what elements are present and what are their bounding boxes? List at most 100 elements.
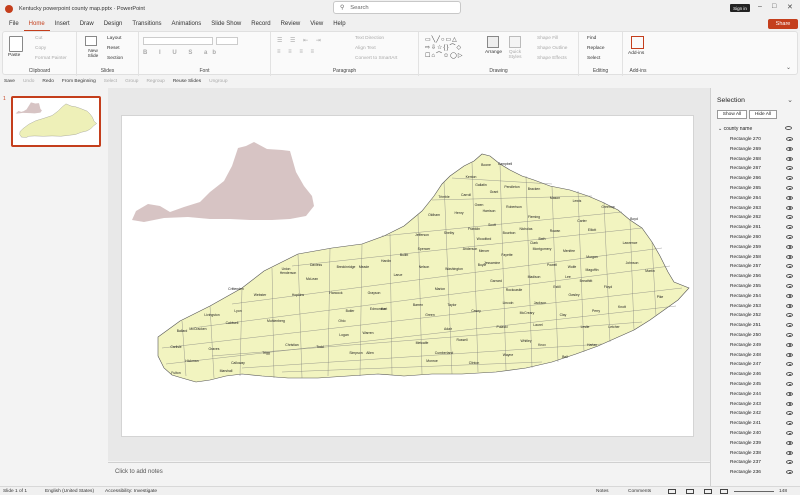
county-label[interactable]: Monroe [426,359,438,363]
county-label[interactable]: Hardin [381,259,391,263]
county-label[interactable]: Logan [339,333,349,337]
county-label[interactable]: Magoffin [586,268,599,272]
selection-item[interactable]: Rectangle 267 [711,164,800,174]
text-direction-button[interactable]: Text Direction [355,36,384,41]
county-label[interactable]: Madison [528,275,541,279]
county-label[interactable]: Bell [562,355,568,359]
county-label[interactable]: Rockcastle [506,288,523,292]
county-label[interactable]: Taylor [447,303,457,307]
county-label[interactable]: Knox [538,343,546,347]
county-label[interactable]: Casey [471,309,481,313]
show-all-button[interactable]: Show All [717,110,747,119]
selection-item[interactable]: Rectangle 262 [711,213,800,223]
county-label[interactable]: Fayette [501,253,512,257]
shape-fill-button[interactable]: Shape Fill [537,36,558,41]
eye-icon[interactable] [786,352,793,357]
selection-item[interactable]: Rectangle 244 [711,390,800,400]
county-label[interactable]: Jefferson [415,233,429,237]
section-button[interactable]: Section [107,56,123,61]
county-label[interactable]: Muhlenberg [267,319,285,323]
county-label[interactable]: McCreary [520,311,535,315]
eye-icon[interactable] [786,332,793,337]
county-label[interactable]: Breckinridge [337,265,356,269]
selection-item[interactable]: Rectangle 246 [711,370,800,380]
quick-styles-button[interactable]: Quick Styles [505,50,525,60]
county-label[interactable]: Crittenden [228,287,244,291]
language[interactable]: English (United States) [45,489,94,494]
eye-icon[interactable] [786,225,793,230]
county-label[interactable]: Henderson [280,271,297,275]
county-label[interactable]: Clark [530,241,538,245]
county-label[interactable]: Webster [254,293,267,297]
county-label[interactable]: Meade [359,265,369,269]
county-label[interactable]: Lee [565,275,571,279]
accessibility-status[interactable]: Accessibility: Investigate [105,489,157,494]
regroup-button[interactable]: Regroup [146,79,164,84]
county-label[interactable]: Elliott [588,228,596,232]
format-painter-button[interactable]: Format Painter [35,56,67,61]
close-icon[interactable]: ✕ [787,3,793,11]
tab-view[interactable]: View [305,17,328,31]
selection-item[interactable]: Rectangle 238 [711,449,800,459]
align-buttons[interactable]: ≡ ≡ ≡ ≡ [277,49,317,55]
county-label[interactable]: Edmonson [370,307,386,311]
tab-record[interactable]: Record [246,17,275,31]
selection-item[interactable]: Rectangle 248 [711,351,800,361]
county-label[interactable]: Perry [592,309,600,313]
county-label[interactable]: Cumberland [435,351,454,355]
zoom-slider[interactable] [734,491,774,492]
county-label[interactable]: Martin [645,269,655,273]
county-label[interactable]: Metcalfe [416,341,429,345]
eye-icon[interactable] [786,185,793,190]
minimize-icon[interactable]: – [758,3,762,10]
selection-item[interactable]: Rectangle 252 [711,311,800,321]
hide-all-button[interactable]: Hide All [749,110,777,119]
shape-effects-button[interactable]: Shape Effects [537,56,567,61]
tab-insert[interactable]: Insert [50,17,75,31]
new-slide-button[interactable]: New Slide [83,49,103,59]
county-label[interactable]: Anderson [463,247,478,251]
notes-toggle[interactable]: Notes [596,489,609,494]
shape-outline-button[interactable]: Shape Outline [537,46,567,51]
eye-icon[interactable] [786,323,793,328]
county-label[interactable]: Pike [657,295,664,299]
county-label[interactable]: Harlan [587,343,597,347]
selection-item[interactable]: Rectangle 265 [711,184,800,194]
county-label[interactable]: Boone [481,163,491,167]
county-label[interactable]: Breathitt [580,279,593,283]
eye-icon[interactable] [786,244,793,249]
county-label[interactable]: Estill [553,285,560,289]
selection-item[interactable]: Rectangle 256 [711,272,800,282]
county-label[interactable]: Lewis [573,199,582,203]
county-label[interactable]: Whitley [520,339,531,343]
county-label[interactable]: Nicholas [519,227,532,231]
county-label[interactable]: Carter [577,219,587,223]
county-label[interactable]: Floyd [604,285,612,289]
align-text-button[interactable]: Align Text [355,46,376,51]
county-label[interactable]: Owsley [568,293,579,297]
county-label[interactable]: Grayson [368,291,381,295]
tab-transitions[interactable]: Transitions [127,17,166,31]
selection-item[interactable]: Rectangle 270 [711,135,800,145]
selection-item[interactable]: Rectangle 237 [711,458,800,468]
select-button[interactable]: Select [587,56,600,61]
maximize-icon[interactable]: □ [772,3,776,10]
county-label[interactable]: Lyon [234,309,241,313]
county-label[interactable]: Clay [560,313,567,317]
county-label[interactable]: Bourbon [503,231,516,235]
county-label[interactable]: Todd [316,345,323,349]
eye-icon[interactable] [786,372,793,377]
selection-item[interactable]: Rectangle 242 [711,409,800,419]
county-label[interactable]: Hickman [185,359,198,363]
county-label[interactable]: Warren [363,331,374,335]
selection-item[interactable]: Rectangle 264 [711,194,800,204]
county-label[interactable]: Hancock [329,291,342,295]
county-label[interactable]: Carroll [461,193,471,197]
slide-canvas[interactable]: Boone Campbell Kenton Gallatin Grant Pendleto… [121,115,694,437]
county-label[interactable]: Trimble [438,195,449,199]
selection-item[interactable]: Rectangle 259 [711,243,800,253]
county-label[interactable]: Leslie [581,325,590,329]
county-label[interactable]: Spencer [418,247,431,251]
county-label[interactable]: Laurel [533,323,543,327]
eye-icon[interactable] [786,215,793,220]
